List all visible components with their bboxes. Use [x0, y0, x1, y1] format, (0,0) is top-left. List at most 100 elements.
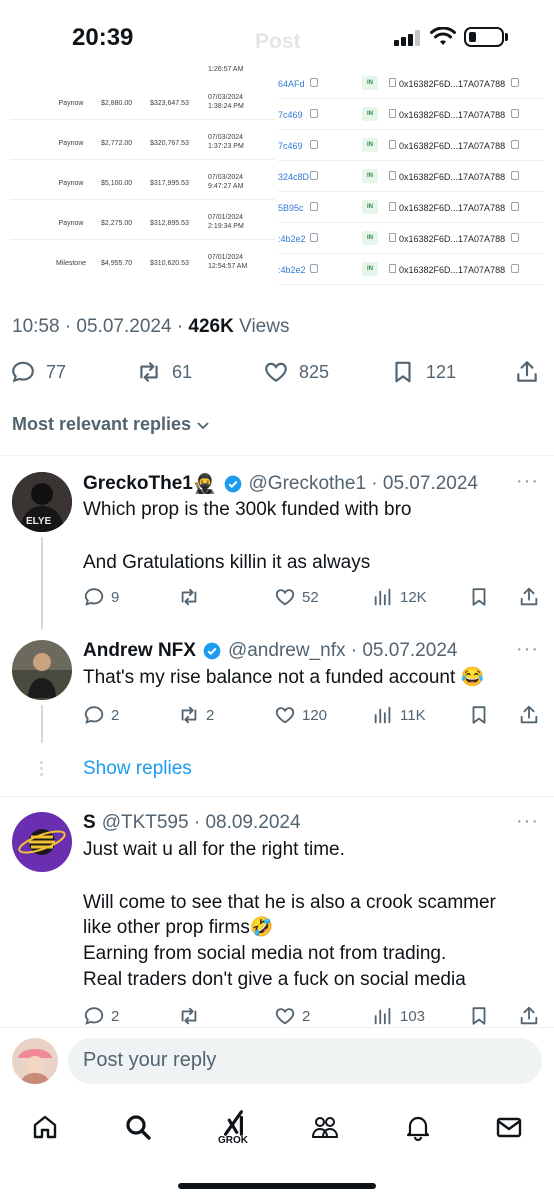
avatar[interactable] [12, 640, 72, 700]
bell-icon [406, 1116, 430, 1142]
thread-line [41, 537, 43, 629]
bookmark-button[interactable] [468, 584, 496, 610]
tab-notifications[interactable] [398, 1107, 438, 1147]
heart-icon [265, 362, 287, 382]
share-button[interactable] [518, 702, 546, 728]
wifi-icon [430, 27, 456, 45]
avatar[interactable] [12, 812, 72, 872]
table-row: Paynow $5,100.00 $317,995.53 07/03/2024 9:4… [10, 168, 275, 200]
table-row: 5B95c IN 0x16382F6D...17A07A788 [278, 192, 544, 223]
bottom-tab-bar: GROK [0, 1097, 554, 1157]
share-icon [517, 361, 537, 382]
like-button[interactable]: 825 [263, 356, 329, 388]
cellular-signal-icon [394, 30, 420, 46]
grok-icon [223, 1109, 243, 1136]
reply-composer: Post your reply [0, 1027, 554, 1097]
repost-icon [140, 362, 158, 382]
share-icon [520, 1006, 538, 1025]
divider [0, 796, 554, 797]
tab-messages[interactable] [489, 1107, 529, 1147]
show-replies-link[interactable]: Show replies [83, 758, 192, 780]
views-button[interactable]: 12K [372, 584, 427, 610]
header-title-ghost: Post [255, 30, 301, 53]
like-button[interactable]: 2 [274, 1003, 310, 1029]
current-user-avatar[interactable] [12, 1038, 58, 1084]
more-options-icon[interactable]: ··· [516, 810, 539, 833]
table-row: Paynow $2,772.00 $320,767.53 07/03/2024 1:3… [10, 128, 275, 160]
search-icon [126, 1115, 151, 1140]
status-time: 20:39 [72, 24, 134, 51]
bookmark-count: 121 [426, 361, 457, 382]
blockchain-transfers-table: 64AFd IN 0x16382F6D...17A07A788 7c469 IN 0x1… [278, 60, 544, 292]
verified-badge-icon [203, 642, 221, 660]
share-button[interactable] [518, 1003, 546, 1029]
tab-communities[interactable] [305, 1107, 345, 1147]
reply-count: 77 [46, 361, 67, 382]
table-row: :4b2e2 IN 0x16382F6D...17A07A788 [278, 223, 544, 254]
views-chart-icon [374, 1007, 391, 1025]
reply-text: Just wait u all for the right time. [83, 839, 345, 860]
reply-button[interactable]: 2 [83, 1003, 119, 1029]
reply-author-handle: @andrew_nfx · 05.07.2024 [227, 640, 458, 661]
reply-button[interactable]: 2 [83, 702, 119, 728]
share-button[interactable] [514, 356, 540, 388]
table-row: 7c469 IN 0x16382F6D...17A07A788 [278, 99, 544, 130]
repost-button[interactable] [178, 1003, 206, 1029]
like-count: 825 [299, 361, 330, 382]
bookmark-icon [472, 706, 486, 724]
more-options-icon[interactable]: ··· [516, 470, 539, 493]
reply-text: And Gratulations killin it as always [83, 552, 371, 573]
views-button[interactable]: 11K [372, 702, 426, 728]
reply-button[interactable]: 77 [10, 356, 66, 388]
replies-sort-dropdown[interactable]: Most relevant replies [12, 414, 211, 435]
bookmark-button[interactable] [468, 702, 496, 728]
communities-icon [312, 1117, 338, 1138]
reply-icon [12, 361, 34, 383]
heart-icon [275, 589, 295, 606]
bookmark-button[interactable] [468, 1003, 496, 1029]
bookmark-button[interactable]: 121 [390, 356, 456, 388]
tab-grok[interactable]: GROK [213, 1103, 253, 1151]
reply-text: Which prop is the 300k funded with bro [83, 499, 412, 520]
repost-button[interactable]: 2 [178, 702, 214, 728]
share-button[interactable] [518, 584, 546, 610]
heart-icon [275, 1008, 295, 1025]
like-button[interactable]: 52 [274, 584, 319, 610]
reply-icon [84, 706, 104, 724]
tab-search[interactable] [118, 1107, 158, 1147]
table-row: Milestone $4,955.70 $310,620.53 07/01/2024… [56, 254, 248, 270]
reply-actions: 2 2 103 [0, 1003, 554, 1029]
heart-icon [275, 707, 295, 724]
views-count: 426K [188, 316, 234, 337]
table-row: 7c469 IN 0x16382F6D...17A07A788 [278, 130, 544, 161]
repost-icon [181, 706, 197, 724]
views-button[interactable]: 103 [372, 1003, 425, 1029]
chevron-down-icon [197, 421, 209, 429]
more-options-icon[interactable]: ··· [516, 638, 539, 661]
reply-text: That's my rise balance not a funded acco… [83, 667, 485, 688]
reply-author-name[interactable]: S [83, 812, 96, 834]
reply-author-name[interactable]: GreckoThe1 [83, 473, 193, 495]
tweet-media-image[interactable]: 1:26:57 AM Paynow $2,880.00 $323,647.53 07… [10, 60, 544, 292]
tab-home[interactable] [25, 1107, 65, 1147]
home-indicator[interactable] [178, 1183, 376, 1189]
reply-actions: 2 2 120 11K [0, 702, 554, 728]
reply-author-handle: @Greckothe1 · 05.07.2024 [248, 473, 478, 494]
avatar[interactable]: ELYE [12, 472, 72, 532]
reply-author-handle: @TKT595 · 08.09.2024 [101, 812, 301, 833]
thread-dots [40, 761, 43, 779]
repost-button[interactable] [178, 584, 206, 610]
replies-sort-label: Most relevant replies [12, 414, 192, 434]
table-row: Paynow $2,880.00 $323,647.53 07/03/2024 1:3… [10, 88, 275, 120]
home-icon [33, 1115, 57, 1139]
like-button[interactable]: 120 [274, 702, 327, 728]
repost-button[interactable]: 61 [136, 356, 192, 388]
bookmark-icon [472, 588, 486, 606]
reply-input[interactable]: Post your reply [68, 1038, 542, 1084]
reply-author-name[interactable]: Andrew NFX [83, 640, 196, 662]
reply-button[interactable]: 9 [83, 584, 119, 610]
thread-line [41, 705, 43, 743]
table-row: 64AFd IN 0x16382F6D...17A07A788 [278, 68, 544, 99]
reply-icon [84, 1007, 104, 1025]
grok-label: GROK [218, 1134, 248, 1146]
